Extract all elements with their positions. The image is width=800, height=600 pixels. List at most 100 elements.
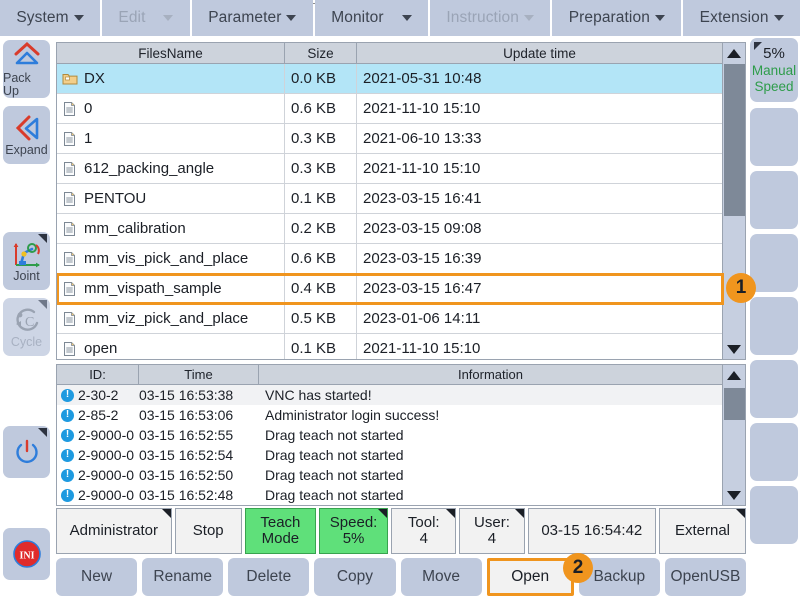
status-teach-mode-line1: Teach: [260, 513, 301, 531]
sidebar-item-cycle[interactable]: C Cycle: [3, 298, 50, 356]
open-button[interactable]: Open: [486, 558, 574, 596]
sidebar-item-power[interactable]: [3, 426, 50, 478]
move-button[interactable]: Move: [400, 558, 482, 596]
menu-item-parameter-label: Parameter: [208, 9, 282, 26]
delete-button[interactable]: Delete: [228, 558, 310, 596]
menu-item-preparation-label: Preparation: [568, 9, 650, 26]
column-header-update-time[interactable]: Update time: [357, 43, 722, 63]
status-tool-value: 4: [419, 530, 428, 547]
status-user-frame-value: 4: [487, 530, 497, 547]
joint-icon: [13, 243, 40, 268]
status-teach-mode-line2: Mode: [261, 530, 300, 547]
list-item[interactable]: ! 2-9000-0 03-15 16:52:48 Drag teach not…: [57, 485, 745, 505]
status-teach-mode[interactable]: Teach Mode: [244, 508, 316, 554]
scroll-down-arrow-icon[interactable]: [723, 339, 745, 359]
folder-icon: [62, 73, 78, 84]
file-name-label: PENTOU: [84, 190, 147, 207]
file-list-scrollbar[interactable]: [722, 43, 745, 359]
menu-item-system[interactable]: System: [0, 0, 101, 36]
file-name-cell: 1: [57, 124, 285, 153]
sidebar-item-expand[interactable]: Expand: [3, 106, 50, 164]
list-item[interactable]: ! 2-9000-0 03-15 16:52:54 Drag teach not…: [57, 445, 745, 465]
status-user-frame-label: User:: [474, 513, 510, 531]
table-row[interactable]: 0 0.6 KB 2021-11-10 15:10: [57, 94, 745, 124]
menu-item-edit[interactable]: Edit: [102, 0, 190, 36]
document-icon: [64, 251, 75, 266]
log-time-cell: 03-15 16:52:54: [139, 447, 234, 463]
table-row[interactable]: mm_vis_pick_and_place 0.6 KB 2023-03-15 …: [57, 244, 745, 274]
table-row[interactable]: 612_packing_angle 0.3 KB 2021-11-10 15:1…: [57, 154, 745, 184]
sidebar-item-joint[interactable]: Joint: [3, 232, 50, 290]
sidebar-item-pack-up[interactable]: Pack Up: [3, 40, 50, 98]
column-header-id[interactable]: ID:: [57, 365, 139, 384]
file-time-cell: 2023-03-15 16:41: [363, 190, 482, 207]
table-row-selected-mm-vispath-sample[interactable]: mm_vispath_sample 0.4 KB 2023-03-15 16:4…: [57, 273, 724, 305]
column-header-information[interactable]: Information: [259, 365, 722, 384]
table-row[interactable]: DX 0.0 KB 2021-05-31 10:48: [57, 64, 745, 94]
status-speed[interactable]: Speed: 5%: [318, 508, 389, 554]
status-run-state-label: Stop: [192, 521, 224, 539]
table-row[interactable]: PENTOU 0.1 KB 2023-03-15 16:41: [57, 184, 745, 214]
right-slot-5[interactable]: [750, 360, 798, 418]
menu-item-extension[interactable]: Extension: [683, 0, 800, 36]
menu-item-monitor[interactable]: Monitor: [314, 0, 428, 36]
sidebar-item-expand-label: Expand: [5, 143, 48, 158]
menu-item-parameter[interactable]: Parameter: [191, 0, 313, 36]
chevron-down-icon: [773, 15, 784, 21]
status-user-role[interactable]: Administrator: [56, 508, 172, 554]
log-scrollbar[interactable]: [722, 365, 745, 505]
new-button[interactable]: New: [56, 558, 138, 596]
open-usb-button[interactable]: OpenUSB: [664, 558, 746, 596]
table-row[interactable]: open 0.1 KB 2021-11-10 15:10: [57, 334, 745, 359]
right-slot-4[interactable]: [750, 297, 798, 355]
sidebar-item-pack-up-label: Pack Up: [3, 71, 31, 98]
file-time-cell: 2023-03-15 16:47: [363, 280, 482, 297]
status-user-frame[interactable]: User: 4: [459, 508, 525, 554]
file-name-cell: mm_vis_pick_and_place: [57, 244, 285, 273]
table-row[interactable]: mm_calibration 0.2 KB 2023-03-15 09:08: [57, 214, 745, 244]
corner-triangle-icon: [38, 234, 47, 243]
chevron-down-icon: [73, 15, 84, 21]
right-slot-2[interactable]: [750, 171, 798, 229]
column-header-size[interactable]: Size: [285, 43, 357, 63]
menu-item-instruction[interactable]: Instruction: [429, 0, 551, 36]
list-item[interactable]: ! 2-30-2 03-15 16:53:38 VNC has started!: [57, 385, 745, 405]
expand-icon: [15, 115, 38, 141]
scrollbar-thumb[interactable]: [724, 388, 745, 420]
table-row[interactable]: 1 0.3 KB 2021-06-10 13:33: [57, 124, 745, 154]
list-item[interactable]: ! 2-9000-0 03-15 16:52:55 Drag teach not…: [57, 425, 745, 445]
status-control-source[interactable]: External: [659, 508, 746, 554]
file-name-label: mm_viz_pick_and_place: [84, 310, 249, 327]
right-slot-7[interactable]: [750, 486, 798, 544]
scroll-up-arrow-icon[interactable]: [723, 365, 745, 385]
robot-teach-pendant-screen: System Edit Parameter Monitor Instructio…: [0, 0, 800, 600]
log-id-label: 2-9000-0: [78, 447, 135, 463]
table-row[interactable]: mm_viz_pick_and_place 0.5 KB 2023-01-06 …: [57, 304, 745, 334]
file-time-cell: 2023-03-15 09:08: [363, 220, 482, 237]
status-bar: Administrator Stop Teach Mode Speed: 5% …: [56, 508, 746, 554]
menu-item-preparation[interactable]: Preparation: [552, 0, 682, 36]
file-time-cell: 2021-05-31 10:48: [363, 70, 482, 87]
file-name-cell: mm_vispath_sample: [57, 274, 285, 303]
sidebar-item-ini[interactable]: INI: [3, 528, 50, 580]
right-slot-1[interactable]: [750, 108, 798, 166]
scrollbar-thumb[interactable]: [724, 64, 745, 216]
copy-button[interactable]: Copy: [314, 558, 396, 596]
list-item[interactable]: ! 2-85-2 03-15 16:53:06 Administrator lo…: [57, 405, 745, 425]
manual-speed-indicator[interactable]: 5% Manual Speed: [750, 38, 798, 102]
column-header-time[interactable]: Time: [139, 365, 259, 384]
menu-item-instruction-label: Instruction: [446, 9, 519, 26]
info-icon: !: [61, 428, 74, 442]
status-tool[interactable]: Tool: 4: [391, 508, 457, 554]
right-slot-3[interactable]: [750, 234, 798, 292]
right-slot-6[interactable]: [750, 423, 798, 481]
list-item[interactable]: ! 2-9000-0 03-15 16:52:50 Drag teach not…: [57, 465, 745, 485]
rename-button[interactable]: Rename: [142, 558, 224, 596]
status-run-state[interactable]: Stop: [174, 508, 242, 554]
column-header-filesname[interactable]: FilesName: [57, 43, 285, 63]
document-icon: [64, 161, 75, 176]
corner-triangle-icon: [735, 509, 745, 518]
document-icon: [64, 311, 75, 326]
scroll-down-arrow-icon[interactable]: [723, 485, 745, 505]
scroll-up-arrow-icon[interactable]: [723, 43, 745, 63]
